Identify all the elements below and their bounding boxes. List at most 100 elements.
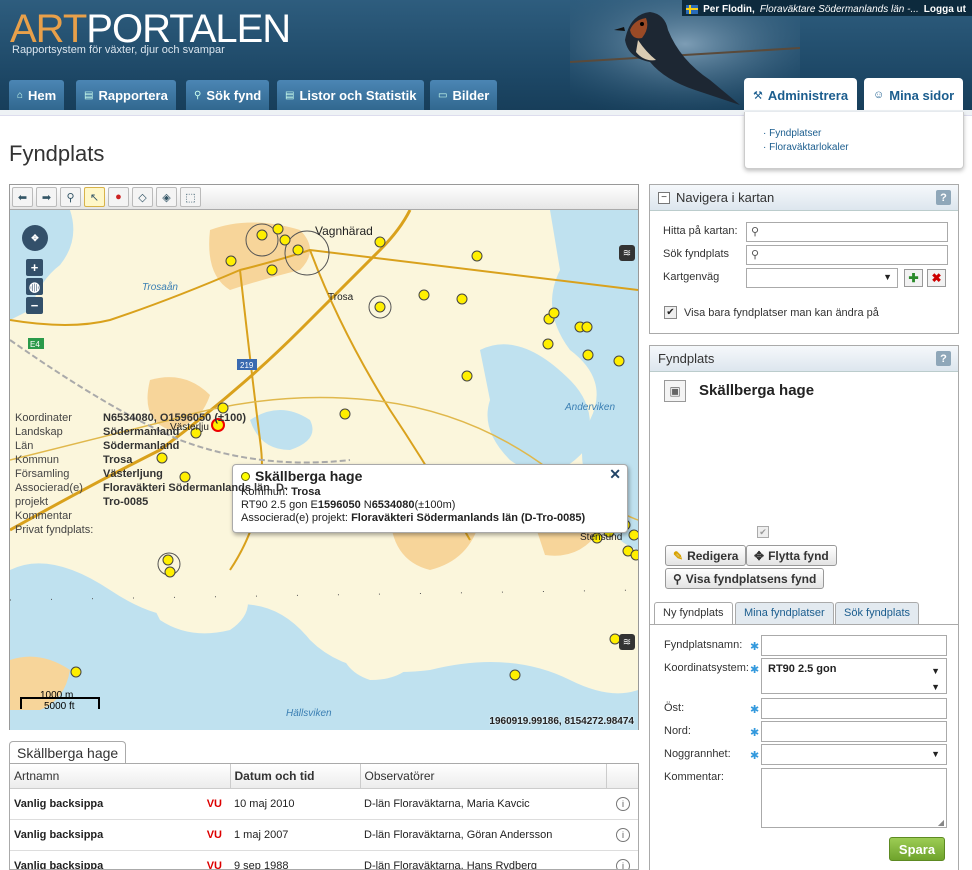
move-findings-button[interactable]: ✥ Flytta fynd — [746, 545, 837, 566]
site-details: Koordinater N6534080, O1596050 (±100) Lan… — [15, 412, 288, 536]
nav-hem[interactable]: ⌂ Hem — [9, 80, 65, 110]
east-input[interactable] — [761, 698, 947, 719]
site-name-input[interactable] — [761, 635, 947, 656]
nav-listor[interactable]: ▤ Listor och Statistik — [277, 80, 425, 110]
polygon-icon[interactable]: ◇ — [132, 187, 153, 207]
user-bar: Per Flodin, Floraväktare Södermanlands l… — [682, 0, 972, 16]
required-icon: ✱ — [750, 704, 760, 716]
move-icon: ✥ — [754, 548, 765, 563]
globe-icon[interactable]: ◍ — [26, 278, 43, 295]
accuracy-select[interactable]: ▼ — [761, 744, 947, 765]
nav-rapportera[interactable]: ▤ Rapportera — [76, 80, 176, 110]
popup-close-icon[interactable]: ✕ — [609, 467, 621, 481]
form-icon: ▤ — [84, 89, 94, 101]
required-icon: ✱ — [750, 750, 760, 762]
zoom-in-button[interactable]: + — [26, 259, 43, 276]
map-label-trosaan: Trosaån — [142, 281, 178, 293]
private-site-checkbox[interactable]: ✔ — [757, 526, 769, 538]
delete-shortcut-button[interactable]: ✖ — [927, 269, 946, 287]
search-icon: ⚲ — [194, 89, 202, 101]
zoom-out-button[interactable]: − — [26, 297, 43, 314]
search-site-input[interactable]: ⚲ — [746, 245, 948, 265]
col-datum[interactable]: Datum och tid — [230, 764, 361, 789]
col-observatorer[interactable]: Observatörer — [360, 764, 607, 789]
back-icon[interactable]: ⬅ — [12, 187, 33, 207]
comment-textarea[interactable]: ◢ — [761, 768, 947, 828]
layers-icon-2[interactable]: ≋ — [619, 634, 635, 650]
map-label-anderviken: Anderviken — [564, 402, 615, 413]
nav-bilder[interactable]: ▭ Bilder — [430, 80, 498, 110]
search-icon: ⚲ — [751, 226, 760, 238]
map-label-trosa: Trosa — [328, 292, 354, 303]
tab-ny-fyndplats[interactable]: Ny fyndplats — [654, 602, 733, 624]
required-icon: ✱ — [750, 641, 760, 653]
user-project[interactable]: Floraväktare Södermanlands län -... — [760, 4, 919, 15]
chevron-down-icon: ▼ — [883, 272, 892, 282]
resize-handle-icon[interactable]: ◢ — [938, 818, 944, 827]
nav-administrera[interactable]: ⚒ Administrera — [744, 78, 858, 110]
site-panel-header: Fyndplats ? — [650, 346, 958, 372]
table-row[interactable]: Vanlig backsippa VU 10 maj 2010 D-län Flo… — [10, 788, 638, 820]
result-tabs: Skällberga hage — [9, 741, 639, 764]
logout-link[interactable]: Logga ut — [924, 4, 966, 15]
select-area-icon[interactable]: ⬚ — [180, 187, 201, 207]
north-input[interactable] — [761, 721, 947, 742]
info-icon[interactable]: i — [616, 858, 630, 869]
tab-mina-fyndplatser[interactable]: Mina fyndplatser — [735, 602, 834, 624]
map-label-stensund: Stensund — [580, 532, 622, 543]
pencil-icon: ✎ — [673, 548, 684, 563]
map-coordinates: 1960919.99186, 8154272.98474 — [489, 716, 634, 727]
required-icon: ✱ — [750, 664, 760, 676]
map-label-hallsviken: Hällsviken — [286, 708, 332, 719]
page-title: Fyndplats — [9, 141, 105, 166]
forward-icon[interactable]: ➡ — [36, 187, 57, 207]
pin-icon[interactable]: ● — [108, 187, 129, 207]
required-icon: ✱ — [750, 727, 760, 739]
coordinate-system-select[interactable]: RT90 2.5 gon ▼ ▼ — [761, 658, 947, 694]
collapse-icon[interactable]: − — [658, 191, 670, 204]
header: ARTPORTALEN Rapportsystem för växter, dj… — [0, 0, 972, 110]
layers-icon[interactable]: ≋ — [619, 245, 635, 261]
submenu-floravaktarlokaler[interactable]: · Floraväktarlokaler — [763, 141, 963, 155]
search-icon: ⚲ — [751, 249, 760, 261]
add-shortcut-button[interactable]: ✚ — [904, 269, 923, 287]
pointer-icon[interactable]: ↖ — [84, 187, 105, 207]
help-icon[interactable]: ? — [936, 190, 951, 205]
tab-line — [650, 624, 958, 625]
show-findings-button[interactable]: ⚲ Visa fyndplatsens fynd — [665, 568, 825, 589]
map-scale: 1000 m 5000 ft — [20, 690, 100, 712]
only-editable-checkbox[interactable]: ✔ — [664, 306, 677, 319]
save-button[interactable]: Spara — [889, 837, 945, 861]
polygon-edit-icon[interactable]: ◈ — [156, 187, 177, 207]
navigate-panel-header: − Navigera i kartan ? — [650, 185, 958, 211]
col-artnamn[interactable]: Artnamn — [10, 764, 231, 789]
chevron-down-icon: ▼ — [931, 749, 940, 759]
map-label-e4: E4 — [30, 340, 40, 349]
info-icon[interactable]: i — [616, 827, 630, 842]
table-row[interactable]: Vanlig backsippa VU 9 sep 1988 D-län Flor… — [10, 850, 638, 870]
user-name[interactable]: Per Flodin, — [703, 4, 755, 15]
home-icon: ⌂ — [17, 89, 24, 101]
tagline: Rapportsystem för växter, djur och svamp… — [12, 44, 225, 56]
table-row[interactable]: Vanlig backsippa VU 1 maj 2007 D-län Flor… — [10, 819, 638, 851]
tab-sok-fyndplats[interactable]: Sök fyndplats — [835, 602, 920, 624]
map-label-vagnharad: Vagnhärad — [315, 224, 373, 238]
pan-control-icon[interactable]: ✥ — [22, 225, 48, 251]
find-on-map-input[interactable]: ⚲ — [746, 222, 948, 242]
nav-sok-fynd[interactable]: ⚲ Sök fynd — [186, 80, 270, 110]
image-icon: ▭ — [438, 89, 448, 101]
zoom-icon[interactable]: ⚲ — [60, 187, 81, 207]
wrench-icon: ⚒ — [753, 89, 763, 102]
map-shortcut-select[interactable]: ▼ — [746, 268, 898, 288]
site-icon: ▣ — [664, 380, 686, 402]
submenu-fyndplatser[interactable]: · Fyndplatser — [763, 127, 963, 141]
status-badge: VU — [206, 797, 222, 810]
status-badge: VU — [206, 859, 222, 870]
help-icon[interactable]: ? — [936, 351, 951, 366]
tab-skallberga-hage[interactable]: Skällberga hage — [9, 741, 127, 764]
info-icon[interactable]: i — [616, 796, 630, 811]
nav-mina-sidor[interactable]: ☺ Mina sidor — [864, 78, 964, 110]
observations-table: Artnamn Datum och tid Observatörer Vanli… — [9, 763, 639, 870]
edit-button[interactable]: ✎ Redigera — [665, 545, 747, 566]
swedish-flag-icon[interactable] — [686, 4, 699, 14]
